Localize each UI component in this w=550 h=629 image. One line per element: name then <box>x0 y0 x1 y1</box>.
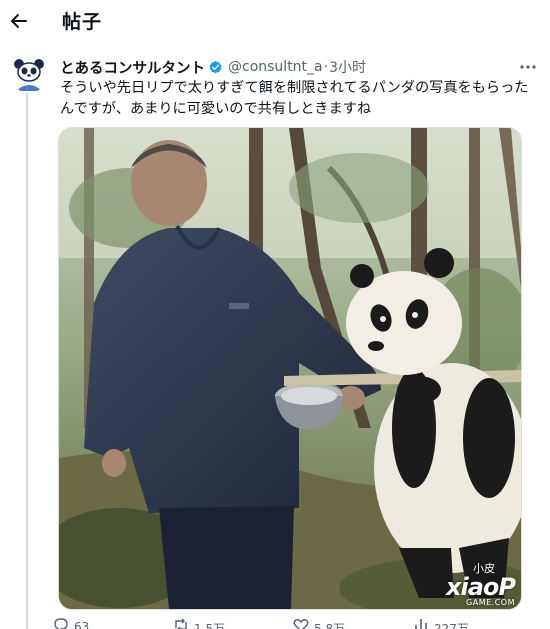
timestamp[interactable]: 3小时 <box>329 57 366 77</box>
tweet-header: とあるコンサルタント @consultnt_a · 3小时 <box>60 57 366 77</box>
reply-button[interactable]: 63 <box>52 616 172 629</box>
retweet-button[interactable]: 1.5万 <box>172 616 292 629</box>
views-icon <box>415 619 427 629</box>
photo-man-feeding-panda <box>59 128 521 609</box>
like-button[interactable]: 5.8万 <box>292 616 412 629</box>
like-count: 5.8万 <box>314 622 346 629</box>
reply-count: 63 <box>74 620 90 629</box>
top-bar: 帖子 <box>0 0 550 40</box>
retweet-count: 1.5万 <box>194 622 226 629</box>
verified-badge-icon <box>209 60 222 73</box>
like-icon <box>293 619 309 629</box>
tweet-text: そういや先日リプで太りすぎて餌を制限されてるパンダの写真をもらったんですが、あま… <box>60 80 529 117</box>
display-name[interactable]: とあるコンサルタント <box>60 57 205 78</box>
thread-line <box>26 82 28 629</box>
reply-icon <box>54 618 68 629</box>
action-bar: 63 1.5万 5.8万 227万 <box>52 616 550 629</box>
avatar[interactable] <box>10 55 48 93</box>
views-count: 227万 <box>434 622 469 629</box>
separator-dot: · <box>323 59 329 75</box>
more-button[interactable] <box>516 58 540 76</box>
page-title: 帖子 <box>62 11 103 33</box>
back-arrow-icon <box>11 14 27 28</box>
handle[interactable]: @consultnt_a <box>228 59 323 75</box>
more-icon <box>520 65 536 69</box>
panda-avatar-icon <box>10 55 48 93</box>
back-button[interactable] <box>4 6 34 36</box>
retweet-icon <box>175 618 187 629</box>
tweet-photo[interactable]: 小皮 xiaoP GAME.COM <box>58 127 522 610</box>
watermark: 小皮 xiaoP GAME.COM <box>446 560 516 607</box>
views-button[interactable]: 227万 <box>412 616 532 629</box>
watermark-main: xiaoP <box>446 573 516 601</box>
